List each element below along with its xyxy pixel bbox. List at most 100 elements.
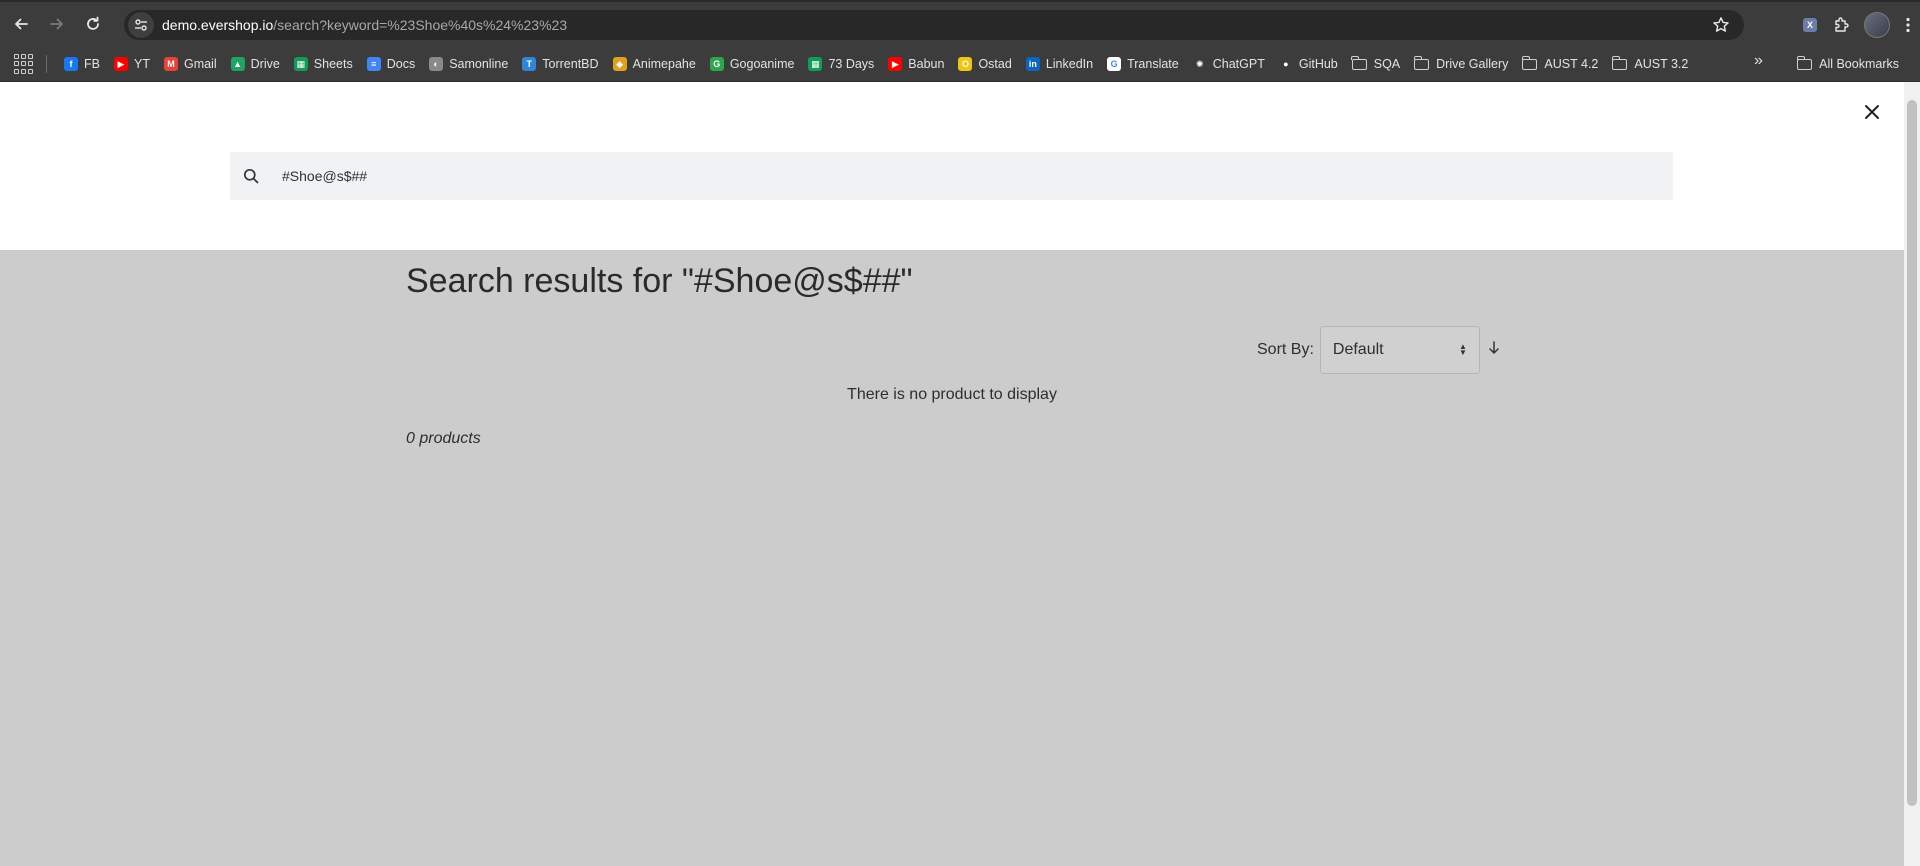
more-bookmarks-button[interactable]: »: [1754, 52, 1763, 70]
bookmark-item[interactable]: in LinkedIn: [1019, 50, 1100, 78]
bookmark-favicon-icon: ●: [1278, 57, 1293, 71]
star-icon: [1713, 17, 1729, 32]
bookmark-favicon-icon: ≡: [366, 57, 381, 71]
bookmark-favicon-icon: ◐: [429, 57, 444, 71]
select-arrows-icon: ▲ ▼: [1458, 342, 1467, 357]
address-bar[interactable]: demo.evershop.io/search?keyword=%23Shoe%…: [124, 10, 1744, 40]
site-info-button[interactable]: [128, 12, 154, 38]
toolbar-right-icons: X: [1794, 9, 1920, 41]
bookmark-folder-label: Drive Gallery: [1436, 57, 1509, 71]
bookmark-list: f FB ▶ YT M Gmail ▲ Drive ▦ Sheets ≡ Docs ◐ Samonline…: [57, 50, 1345, 78]
bookmark-favicon-icon: ◆: [612, 57, 627, 71]
folder-icon: [1351, 55, 1367, 70]
bookmark-folder-label: SQA: [1373, 57, 1401, 71]
bookmark-favicon-icon: G: [709, 57, 724, 71]
bookmark-label: GitHub: [1298, 57, 1338, 71]
page-content: Search results for "#Shoe@s$##" Sort By:…: [0, 82, 1904, 866]
bookmark-star-button[interactable]: [1712, 16, 1730, 39]
bookmark-item[interactable]: ● GitHub: [1272, 50, 1345, 78]
close-search-button[interactable]: [1860, 100, 1884, 124]
bookmark-favicon-icon: f: [64, 57, 78, 71]
kebab-menu-icon: [1906, 17, 1910, 33]
reload-button[interactable]: [78, 9, 108, 39]
all-bookmarks-button[interactable]: All Bookmarks: [1790, 50, 1906, 78]
search-box: [230, 152, 1673, 200]
bookmark-label: Docs: [386, 57, 416, 71]
sort-direction-button[interactable]: [1488, 340, 1500, 360]
sort-select-value: Default: [1332, 341, 1384, 358]
bookmark-item[interactable]: ▦ 73 Days: [801, 50, 881, 78]
folder-icon: [1413, 55, 1430, 70]
puzzle-icon: [1835, 17, 1849, 32]
bookmark-favicon-icon: ▶: [113, 57, 128, 71]
extension-icon: X: [1803, 18, 1817, 32]
bookmark-item[interactable]: O Ostad: [951, 50, 1018, 78]
sort-label: Sort By:: [1257, 341, 1314, 358]
bookmark-favicon-icon: ▶: [888, 57, 903, 71]
bookmark-item[interactable]: ✺ ChatGPT: [1186, 50, 1272, 78]
bookmark-item[interactable]: ▶ Babun: [881, 50, 951, 78]
bookmark-favicon-icon: T: [522, 57, 537, 71]
bookmark-folder[interactable]: AUST 4.2: [1515, 50, 1605, 78]
apps-grid-icon[interactable]: [14, 54, 34, 74]
search-input[interactable]: [282, 168, 1582, 184]
bookmark-item[interactable]: G Translate: [1100, 50, 1186, 78]
browser-menu-button[interactable]: [1896, 9, 1920, 41]
search-panel: [0, 82, 1904, 250]
bookmark-folder-label: AUST 4.2: [1544, 57, 1599, 71]
bookmark-item[interactable]: ◆ Animepahe: [606, 50, 703, 78]
url-text: demo.evershop.io/search?keyword=%23Shoe%…: [162, 17, 567, 33]
bookmark-item[interactable]: ≡ Docs: [360, 50, 422, 78]
arrow-left-icon: [15, 18, 28, 30]
arrow-right-icon: [50, 18, 63, 30]
bookmark-item[interactable]: G Gogoanime: [703, 50, 802, 78]
folder-icon: [1522, 55, 1538, 70]
double-chevron-right-icon: »: [1754, 52, 1763, 69]
extension-button[interactable]: X: [1794, 9, 1826, 41]
extensions-menu-button[interactable]: [1826, 9, 1858, 41]
forward-button[interactable]: [42, 9, 72, 39]
scrollbar-thumb[interactable]: [1907, 100, 1917, 806]
bookmark-label: Babun: [908, 57, 945, 71]
bookmark-folder[interactable]: AUST 3.2: [1605, 50, 1695, 78]
folder-icon: [1796, 55, 1813, 70]
reload-icon: [87, 16, 99, 30]
bookmark-favicon-icon: ▦: [293, 57, 308, 71]
bookmark-folder[interactable]: Drive Gallery: [1407, 50, 1515, 78]
sort-control: Sort By: Default ▲ ▼: [1257, 326, 1500, 374]
bookmark-item[interactable]: ▶ YT: [107, 50, 157, 78]
folder-icon: [1611, 55, 1628, 70]
back-button[interactable]: [6, 9, 36, 39]
bookmark-favicon-icon: in: [1025, 57, 1040, 71]
bookmark-label: Samonline: [449, 57, 509, 71]
product-count: 0 products: [406, 430, 481, 447]
bookmark-item[interactable]: M Gmail: [157, 50, 224, 78]
empty-results-message: There is no product to display: [847, 386, 1057, 403]
bookmark-label: TorrentBD: [542, 57, 599, 71]
url-host: demo.evershop.io: [162, 17, 274, 33]
bookmarks-bar: f FB ▶ YT M Gmail ▲ Drive ▦ Sheets ≡ Docs ◐ Samonline…: [0, 47, 1920, 82]
bookmark-favicon-icon: ▲: [230, 57, 245, 71]
bookmark-item[interactable]: T TorrentBD: [515, 50, 605, 78]
bookmark-item[interactable]: ▦ Sheets: [287, 50, 360, 78]
bookmark-favicon-icon: ✺: [1192, 57, 1207, 71]
tune-icon: [135, 19, 147, 31]
bookmark-folder-label: AUST 3.2: [1634, 57, 1689, 71]
bookmark-favicon-icon: ▦: [808, 57, 823, 71]
close-icon: [1865, 105, 1879, 119]
arrow-down-icon: [1489, 340, 1499, 354]
bookmark-folder[interactable]: SQA: [1345, 50, 1407, 78]
bookmark-item[interactable]: ▲ Drive: [224, 50, 287, 78]
sort-select[interactable]: Default ▲ ▼: [1319, 326, 1480, 374]
bookmark-favicon-icon: G: [1107, 57, 1122, 71]
bookmark-label: Animepahe: [632, 57, 696, 71]
bookmark-item[interactable]: f FB: [57, 50, 107, 78]
bookmark-item[interactable]: ◐ Samonline: [422, 50, 515, 78]
bookmarks-separator: [46, 55, 47, 73]
profile-avatar[interactable]: [1864, 12, 1890, 38]
browser-toolbar: demo.evershop.io/search?keyword=%23Shoe%…: [0, 0, 1920, 47]
bookmark-label: 73 Days: [828, 57, 875, 71]
page-scrollbar[interactable]: [1904, 82, 1920, 866]
bookmark-label: YT: [133, 57, 150, 71]
bookmark-label: LinkedIn: [1045, 57, 1094, 71]
